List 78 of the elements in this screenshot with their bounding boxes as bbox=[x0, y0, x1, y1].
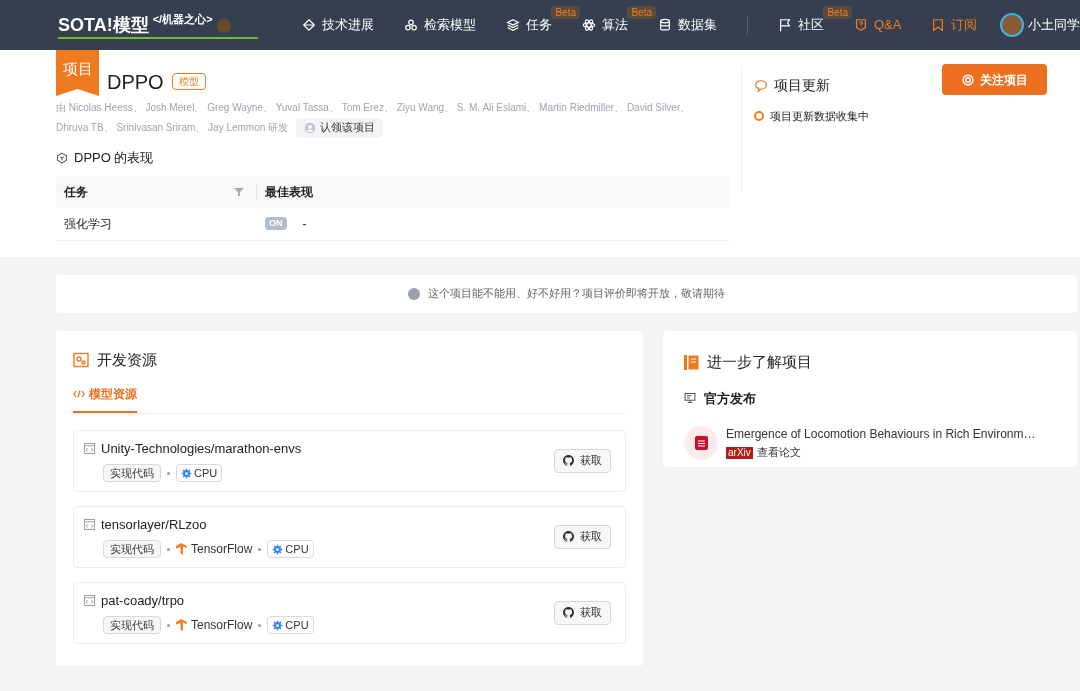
notice-text: 这个项目能不能用、好不好用？项目评价即将开放，敬请期待 bbox=[428, 286, 725, 302]
status-badge: ON bbox=[265, 216, 287, 231]
nav-link[interactable]: 算法 bbox=[582, 15, 628, 35]
chip-icon bbox=[181, 467, 192, 479]
table-cell-text: 强化学习 bbox=[63, 215, 113, 233]
nav-link[interactable]: Q&A bbox=[854, 15, 902, 35]
chip-icon bbox=[272, 543, 284, 555]
nav-link[interactable]: 技术进展 bbox=[302, 15, 374, 35]
nav-link[interactable]: 任务 bbox=[506, 15, 552, 35]
logo-tag: </机器之心> bbox=[152, 10, 213, 28]
get-button[interactable]: 获取 bbox=[554, 524, 611, 549]
hardware-tag: CPU bbox=[267, 540, 314, 559]
beta-badge: Beta bbox=[627, 6, 656, 20]
layers-icon bbox=[506, 18, 520, 32]
tag: 实现代码 bbox=[103, 616, 161, 635]
section-title: 进一步了解项目 bbox=[707, 352, 812, 372]
github-icon bbox=[563, 607, 574, 618]
bookmark-icon bbox=[931, 18, 946, 32]
nav-link[interactable]: 社区 bbox=[778, 15, 824, 35]
target-icon bbox=[961, 73, 974, 86]
type-tag: 模型 bbox=[171, 73, 206, 90]
framework-logo-icon bbox=[176, 543, 187, 556]
paper-title[interactable]: Emergence of Locomotion Behaviours in Rich Environm… bbox=[726, 425, 1036, 443]
project-title: DPPO bbox=[107, 70, 164, 94]
framework-logo-icon bbox=[176, 619, 187, 632]
question-shield-icon bbox=[854, 18, 868, 32]
book-icon bbox=[684, 354, 699, 371]
repository-name[interactable]: Unity-Technologies/marathon-envs bbox=[101, 438, 302, 459]
framework-label: TensorFlow bbox=[191, 541, 253, 559]
tag: 实现代码 bbox=[103, 540, 161, 559]
circles-icon bbox=[404, 18, 418, 32]
beta-badge: Beta bbox=[551, 6, 580, 20]
tag: 实现代码 bbox=[103, 464, 161, 483]
table-cell-text: - bbox=[302, 215, 307, 233]
section-title: DPPO 的表现 bbox=[74, 149, 154, 167]
nav-link[interactable]: 订阅 bbox=[931, 15, 978, 35]
get-button[interactable]: 获取 bbox=[554, 600, 611, 625]
section-title: 开发资源 bbox=[97, 350, 157, 370]
framework-label: TensorFlow bbox=[191, 617, 253, 635]
author-list: 由 Nicolas Heess、 Josh Merel、 Greg Wayne、 Yuval Tassa、 Tom Erez、 Ziyu Wang、 S. M. Ali Eslami、 Martin Riedmiller、 David Silver、 bbox=[56, 98, 729, 118]
subsection-title: 官方发布 bbox=[704, 389, 756, 408]
section-title: 项目更新 bbox=[774, 76, 830, 95]
column-header: 最佳表现 bbox=[264, 183, 313, 201]
user-icon bbox=[304, 122, 317, 134]
document-icon bbox=[684, 425, 718, 460]
user-name[interactable]: 小土同学 bbox=[1028, 15, 1080, 35]
code-icon bbox=[73, 388, 85, 399]
github-icon bbox=[563, 455, 574, 466]
hardware-tag: CPU bbox=[267, 616, 314, 635]
gears-window-icon bbox=[73, 352, 89, 369]
column-header: 任务 bbox=[63, 183, 89, 201]
hardware-tag: CPU bbox=[176, 464, 223, 483]
logo[interactable]: SOTA!模型 bbox=[58, 15, 149, 36]
update-item: 项目更新数据收集中 bbox=[770, 109, 869, 124]
nav-link[interactable]: 检索模型 bbox=[404, 15, 476, 35]
chip-icon bbox=[272, 619, 284, 631]
atom-icon bbox=[582, 18, 596, 32]
author-list: Dhruva TB、 Srinivasan Sriram、 Jay Lemmon 研发 bbox=[56, 118, 289, 138]
speech-bubble-icon bbox=[754, 78, 768, 93]
github-icon bbox=[563, 531, 574, 542]
monitor-icon bbox=[684, 392, 696, 405]
beta-badge: Beta bbox=[823, 6, 852, 20]
repository-name[interactable]: tensorlayer/RLzoo bbox=[101, 514, 207, 535]
code-file-icon bbox=[84, 595, 95, 606]
avatar[interactable] bbox=[1000, 13, 1024, 37]
flag-icon bbox=[778, 18, 792, 32]
repository-name[interactable]: pat-coady/trpo bbox=[101, 590, 185, 611]
get-button[interactable]: 获取 bbox=[554, 448, 611, 473]
database-icon bbox=[658, 18, 672, 32]
source-badge: arXiv bbox=[726, 446, 753, 459]
project-ribbon: 项目 bbox=[56, 50, 99, 96]
code-file-icon bbox=[84, 443, 95, 454]
claim-button[interactable]: 认领该项目 bbox=[296, 118, 384, 138]
nav-link[interactable]: 数据集 bbox=[658, 15, 717, 35]
cube-icon bbox=[56, 151, 68, 164]
view-paper-link[interactable]: 查看论文 bbox=[756, 445, 801, 461]
code-file-icon bbox=[84, 519, 95, 530]
diamond-icon bbox=[302, 18, 316, 32]
